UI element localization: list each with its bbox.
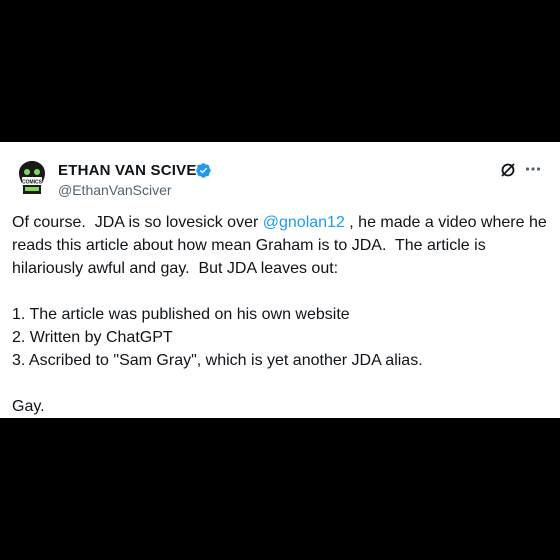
closing-line: Gay.: [12, 398, 45, 415]
text-segment: Of course. JDA is so lovesick over: [12, 214, 263, 231]
avatar-text: COMICS: [22, 180, 43, 186]
author-name[interactable]: ETHAN VAN SCIVER: [58, 162, 208, 179]
more-options-icon[interactable]: [524, 160, 542, 178]
verified-badge-icon: [196, 163, 211, 178]
avatar[interactable]: COMICS: [17, 160, 47, 196]
tweet-text: Of course. JDA is so lovesick over @gnol…: [12, 211, 552, 418]
author-handle[interactable]: @EthanVanSciver: [58, 182, 172, 198]
grok-icon[interactable]: [500, 162, 516, 178]
list-item: 3. Ascribed to "Sam Gray", which is yet …: [12, 352, 423, 369]
list-item: 1. The article was published on his own …: [12, 306, 350, 323]
list-item: 2. Written by ChatGPT: [12, 329, 173, 346]
tweet-paragraph: Of course. JDA is so lovesick over @gnol…: [12, 211, 552, 280]
mention-link[interactable]: @gnolan12: [263, 214, 345, 231]
